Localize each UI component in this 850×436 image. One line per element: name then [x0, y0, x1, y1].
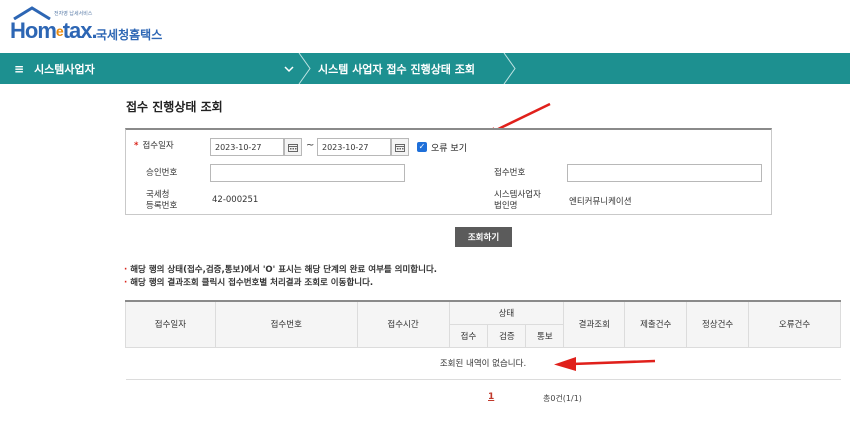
search-button[interactable]: 조회하기 — [455, 227, 512, 247]
required-mark: * — [134, 141, 139, 151]
col-header-status-notify: 통보 — [525, 323, 565, 348]
col-header-status-verify: 검증 — [487, 323, 527, 348]
checkmark-icon: ✓ — [418, 142, 426, 151]
nts-reg-no-label-line1: 국세청 — [146, 190, 170, 200]
col-header-submitted-count: 제출건수 — [624, 300, 688, 348]
pagination-summary: 총0건(1/1) — [543, 394, 582, 403]
note-text: 해당 행의 결과조회 클릭시 접수번호별 처리결과 조회로 이동합니다. — [130, 278, 374, 288]
nav-menu-label: 시스템사업자 — [34, 63, 95, 76]
receipt-date-label-text: 접수일자 — [142, 141, 174, 151]
note-text: 해당 행의 상태(접수,검증,통보)에서 'O' 표시는 해당 단계의 완료 여… — [130, 265, 437, 275]
col-header-status: 상태 — [448, 300, 565, 325]
date-range-separator: ~ — [306, 140, 315, 151]
note-bullet: · — [124, 265, 128, 275]
calendar-icon — [395, 143, 405, 152]
end-date-input[interactable] — [317, 138, 391, 156]
approval-no-label: 승인번호 — [146, 168, 178, 178]
nav-bar: ≡ 시스템사업자 시스템 사업자 접수 진행상태 조회 — [0, 53, 850, 84]
nts-reg-no-label-line2: 등록번호 — [146, 201, 178, 211]
col-header-result: 결과조회 — [563, 300, 626, 348]
nav-menu-button[interactable]: ≡ 시스템사업자 — [14, 61, 95, 77]
nts-reg-no-value: 42-000251 — [212, 195, 259, 205]
nts-reg-no-label: 국세청 등록번호 — [146, 190, 177, 212]
col-header-receipt-no: 접수번호 — [214, 300, 358, 348]
receipt-no-label: 접수번호 — [494, 168, 526, 178]
site-header: 전자영 납세서비스 Hometax. 국세청홈택스 — [0, 0, 850, 53]
logo-brand-prefix: Hom — [10, 18, 57, 43]
approval-no-input[interactable] — [210, 164, 405, 182]
note-item: · 해당 행의 상태(접수,검증,통보)에서 'O' 표시는 해당 단계의 완료 … — [124, 263, 437, 275]
col-header-receipt-time: 접수시간 — [356, 300, 450, 348]
page-title: 접수 진행상태 조회 — [126, 100, 223, 114]
logo-brand: Hometax. — [10, 18, 98, 44]
note-bullet: · — [124, 278, 128, 288]
red-arrow-icon — [554, 357, 656, 371]
start-date-calendar-button[interactable] — [284, 138, 302, 156]
sys-corp-name-label: 시스템사업자 법인명 — [494, 190, 541, 212]
receipt-date-label: * 접수일자 — [134, 141, 174, 152]
pagination-page-1[interactable]: 1 — [488, 392, 494, 402]
sys-corp-name-value: 엔티커뮤니케이션 — [569, 197, 632, 207]
col-header-normal-count: 정상건수 — [686, 300, 750, 348]
end-date-calendar-button[interactable] — [391, 138, 409, 156]
start-date-input[interactable] — [210, 138, 284, 156]
sys-corp-name-label-line2: 법인명 — [494, 201, 518, 211]
col-header-receipt-date: 접수일자 — [125, 300, 216, 348]
logo-brand-suffix: tax. — [62, 18, 98, 43]
show-errors-checkbox[interactable]: ✓ — [417, 142, 427, 152]
receipt-no-input[interactable] — [567, 164, 762, 182]
sys-corp-name-label-line1: 시스템사업자 — [494, 190, 541, 200]
note-item: · 해당 행의 결과조회 클릭시 접수번호별 처리결과 조회로 이동합니다. — [124, 276, 373, 288]
hamburger-icon: ≡ — [14, 62, 25, 76]
col-header-status-receipt: 접수 — [448, 323, 489, 348]
col-header-error-count: 오류건수 — [748, 300, 841, 348]
logo-brand-e: e — [55, 23, 64, 39]
calendar-icon — [288, 143, 298, 152]
empty-results-message: 조회된 내역이 없습니다. — [125, 347, 841, 380]
hometax-logo[interactable]: 전자영 납세서비스 Hometax. 국세청홈택스 — [8, 6, 178, 46]
breadcrumb-current: 시스템 사업자 접수 진행상태 조회 — [318, 63, 475, 76]
breadcrumb-separator-icon — [298, 53, 311, 84]
chevron-down-icon[interactable] — [284, 63, 294, 77]
show-errors-label: 오류 보기 — [431, 144, 467, 154]
logo-brand-korean: 국세청홈택스 — [96, 28, 163, 42]
logo-tagline: 전자영 납세서비스 — [54, 11, 93, 17]
breadcrumb-separator-icon — [503, 53, 516, 84]
results-table: 접수일자 접수번호 접수시간 상태 결과조회 제출건수 정상건수 오류건수 접수… — [125, 300, 841, 380]
search-form: *접수일자 ~ ✓ 오류 보기 승인번호 접수번호 국세청 등록번호 42-00… — [125, 128, 772, 215]
